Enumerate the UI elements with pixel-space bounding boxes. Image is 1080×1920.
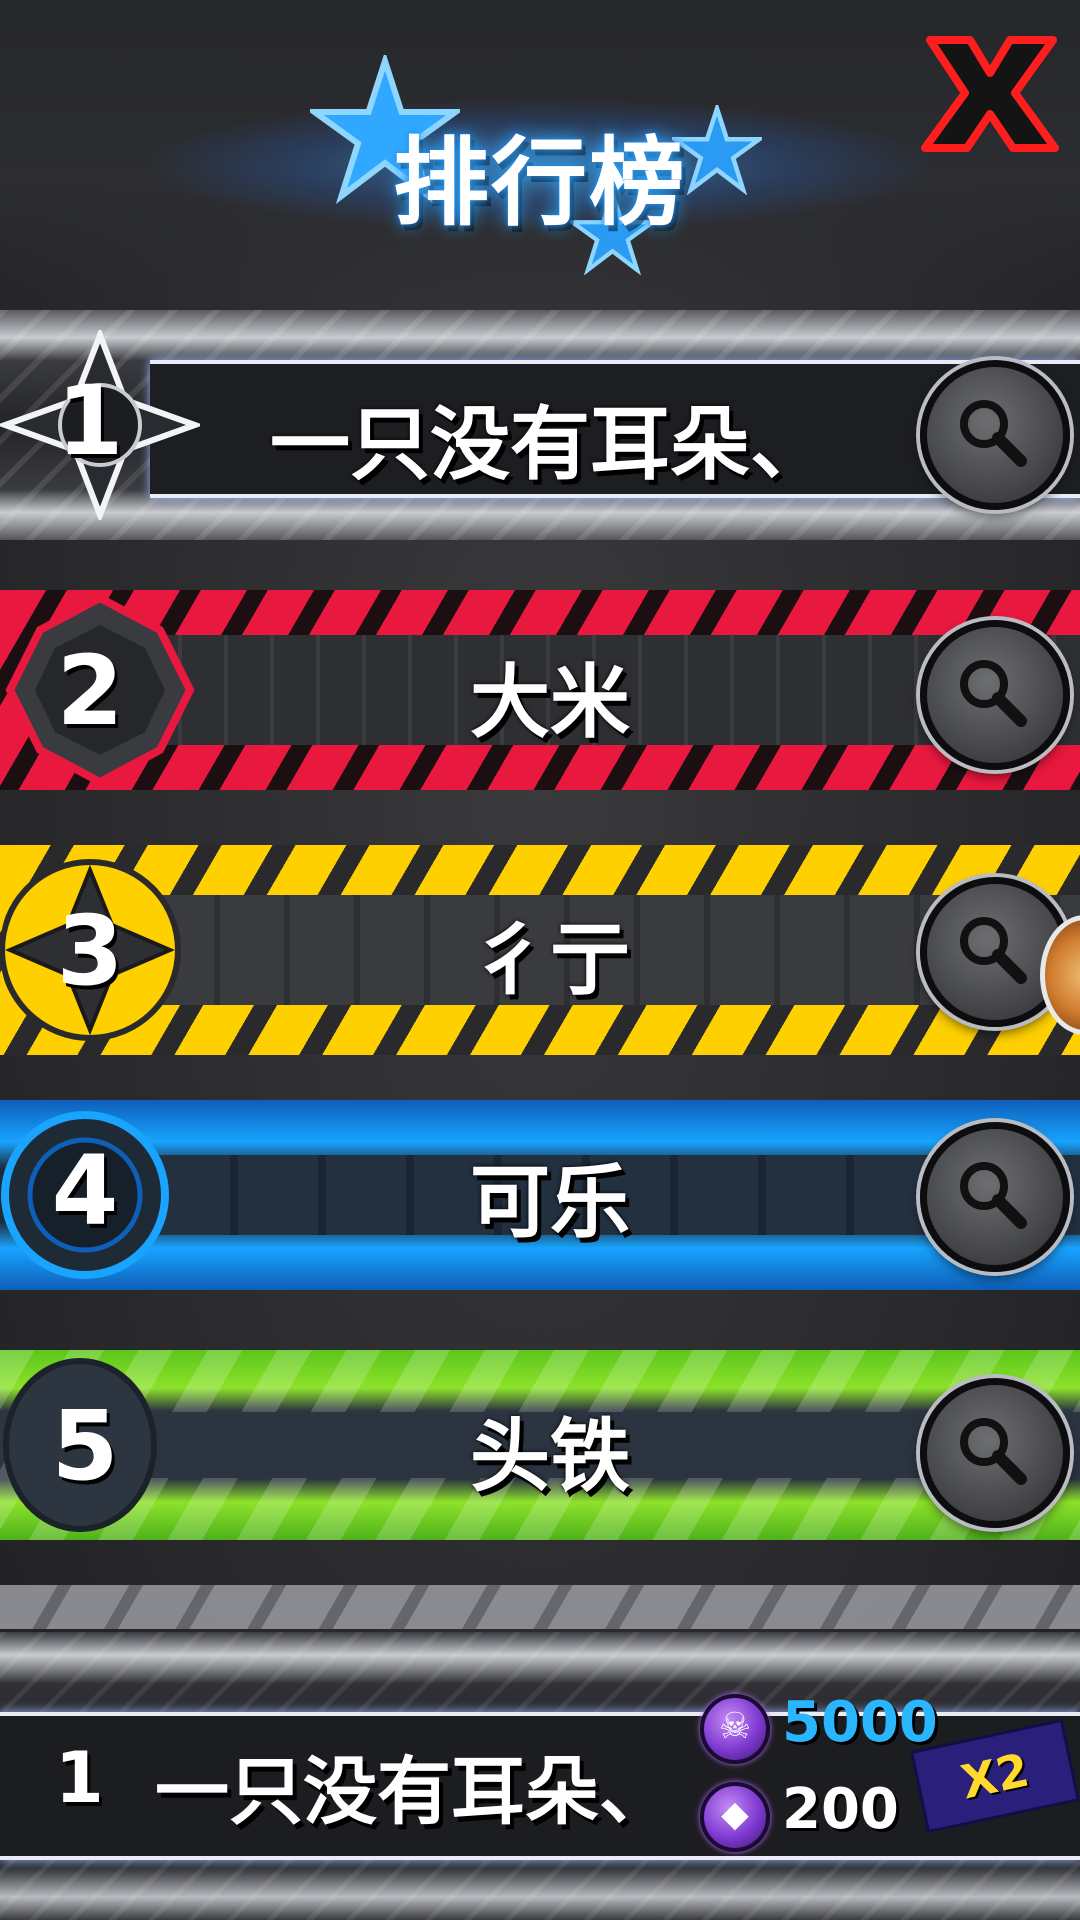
my-player-name: 一只没有耳朵、 <box>155 1749 673 1835</box>
view-profile-button[interactable] <box>920 620 1070 770</box>
leaderboard-row[interactable]: 5 头铁 <box>0 1350 1080 1540</box>
player-name: 大米 <box>470 656 630 749</box>
leaderboard-row[interactable]: 1 一只没有耳朵、 <box>0 310 1080 540</box>
leaderboard-row[interactable]: 3 彳亍 <box>0 845 1080 1055</box>
close-x-icon <box>921 36 1059 152</box>
view-profile-button[interactable] <box>920 360 1070 510</box>
magnifier-icon <box>960 1162 1027 1229</box>
rank-number: 4 <box>51 1135 119 1247</box>
primary-currency-value: 5000 <box>782 1690 938 1755</box>
skull-coin-icon: ☠ <box>700 1694 770 1764</box>
my-rank-number: 1 <box>55 1737 104 1819</box>
secondary-currency-value: 200 <box>782 1777 899 1842</box>
rank-number: 2 <box>56 635 124 747</box>
leaderboard-row[interactable]: 2 大米 <box>0 590 1080 790</box>
view-profile-button[interactable] <box>920 1378 1070 1528</box>
player-name: 头铁 <box>470 1410 630 1503</box>
player-name: 一只没有耳朵、 <box>270 398 830 491</box>
gem-coin-icon: ◆ <box>700 1782 770 1852</box>
player-name: 彳亍 <box>470 913 630 1006</box>
player-name: 可乐 <box>470 1156 630 1249</box>
my-rank-panel: 1 一只没有耳朵、 ☠ 5000 ◆ 200 X2 <box>0 1632 1080 1920</box>
rank-number: 3 <box>56 895 124 1007</box>
magnifier-icon <box>960 917 1027 984</box>
leaderboard-row[interactable]: 4 可乐 <box>0 1100 1080 1290</box>
magnifier-icon <box>960 1418 1027 1485</box>
list-scroll-divider <box>0 1585 1080 1629</box>
close-button[interactable] <box>915 28 1065 158</box>
view-profile-button[interactable] <box>920 1122 1070 1272</box>
magnifier-icon <box>960 400 1027 467</box>
magnifier-icon <box>960 660 1027 727</box>
rank-number: 1 <box>56 365 124 477</box>
rank-number: 5 <box>51 1390 119 1502</box>
